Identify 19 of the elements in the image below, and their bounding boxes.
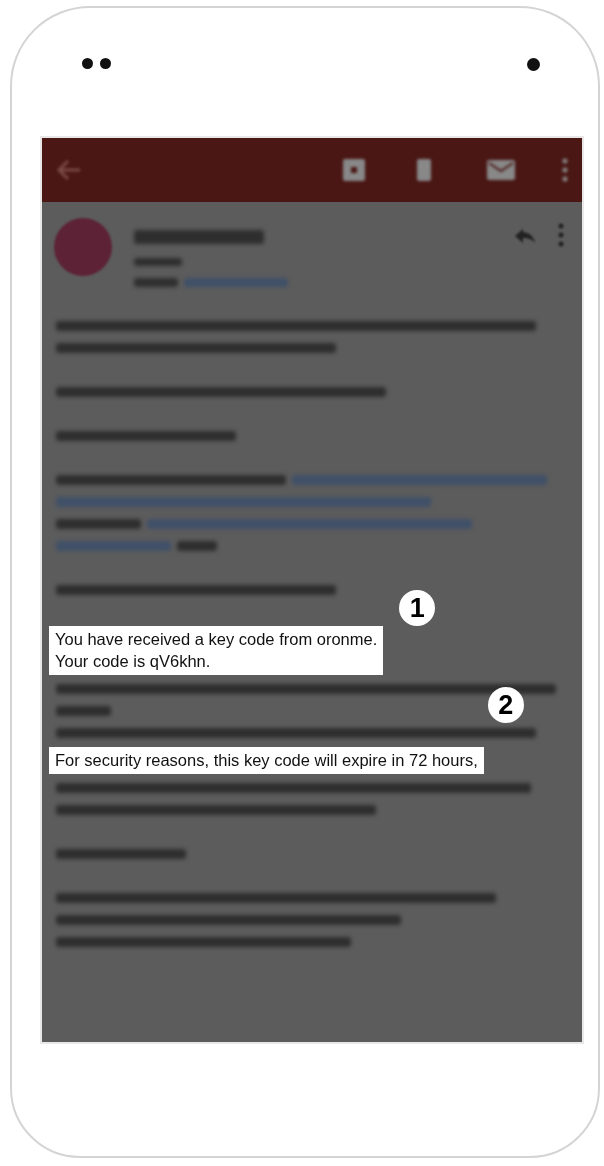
- more-icon[interactable]: [558, 222, 564, 248]
- blurred-text-line: [134, 258, 182, 266]
- camera-icon: [527, 58, 540, 71]
- back-arrow-icon[interactable]: [56, 158, 82, 182]
- reply-icon[interactable]: [514, 228, 536, 244]
- more-icon[interactable]: [562, 156, 568, 184]
- sensor-icon: [100, 58, 111, 69]
- archive-icon[interactable]: [340, 156, 368, 184]
- callout-number: 2: [487, 687, 524, 723]
- callout-number: 1: [399, 590, 436, 626]
- highlighted-text: For security reasons, this key code will expire in 72 hours,: [49, 747, 484, 774]
- blurred-text-line: [177, 541, 217, 551]
- blurred-text-line: [134, 278, 178, 287]
- mail-icon[interactable]: [486, 158, 516, 182]
- highlighted-text: You have received a key code from oronme. Your code is qV6khn.: [49, 626, 384, 675]
- trash-icon[interactable]: [414, 156, 434, 184]
- blurred-text-line: [56, 706, 111, 716]
- sensor-icon: [82, 58, 93, 69]
- avatar: [54, 218, 112, 276]
